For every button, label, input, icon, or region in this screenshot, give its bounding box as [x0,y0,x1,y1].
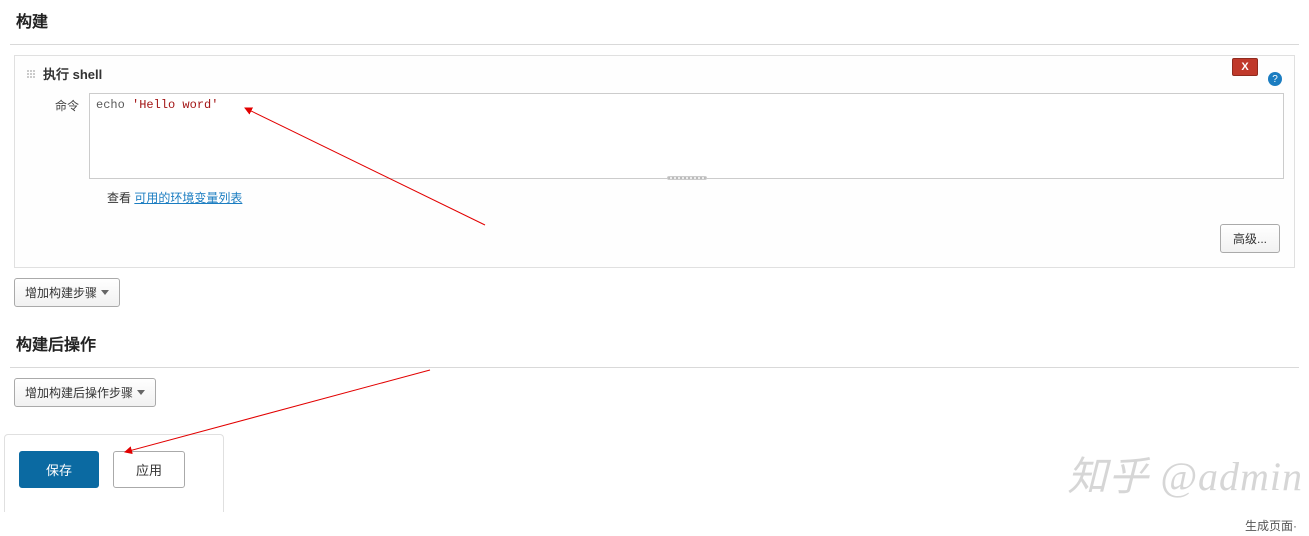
resize-handle[interactable] [667,176,707,180]
drag-handle-icon[interactable] [25,68,37,80]
add-build-step-button[interactable]: 增加构建步骤 [14,278,120,307]
divider [10,44,1299,45]
divider [10,367,1299,368]
add-postbuild-step-label: 增加构建后操作步骤 [25,384,133,401]
save-button[interactable]: 保存 [19,451,99,488]
build-step-container: X ? 执行 shell 命令 echo 'Hello word' 查看 可用的… [14,55,1295,268]
watermark-text: 知乎 @admin [1067,444,1303,502]
footer-note: 生成页面· [1245,517,1297,534]
chevron-down-icon [101,290,109,295]
chevron-down-icon [137,390,145,395]
footer-actions: 保存 应用 [4,434,224,512]
shell-command-input[interactable]: echo 'Hello word' [89,93,1284,179]
env-vars-link[interactable]: 可用的环境变量列表 [134,191,242,205]
env-vars-prefix: 查看 [107,191,131,205]
postbuild-section-title: 构建后操作 [10,323,1299,363]
build-step-title: 执行 shell [43,64,102,83]
code-token-string: 'Hello word' [132,98,218,112]
command-label: 命令 [49,93,79,114]
advanced-button[interactable]: 高级... [1220,224,1280,253]
add-build-step-label: 增加构建步骤 [25,284,97,301]
build-section-title: 构建 [10,0,1299,40]
build-step-header[interactable]: 执行 shell [15,56,1294,93]
add-postbuild-step-button[interactable]: 增加构建后操作步骤 [14,378,156,407]
apply-button[interactable]: 应用 [113,451,185,488]
code-token-cmd: echo [96,98,125,112]
